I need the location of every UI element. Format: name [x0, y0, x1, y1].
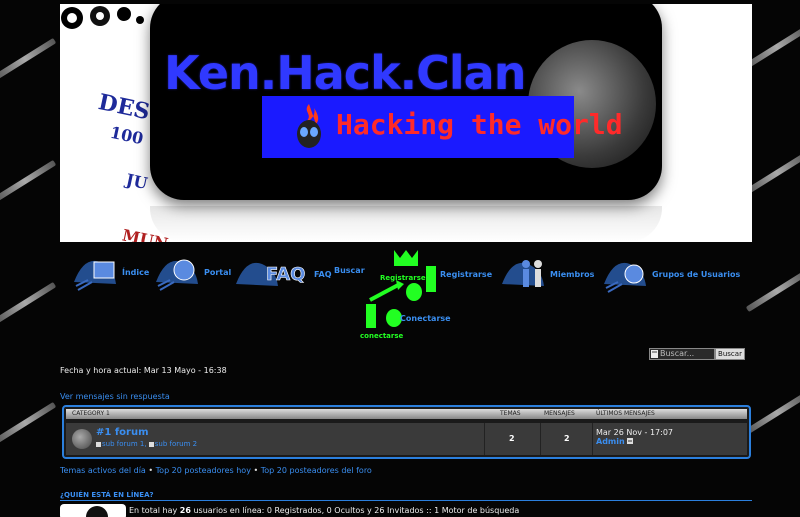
- online-count: 26: [179, 506, 191, 515]
- subforum-list: sub forum 1, sub forum 2: [96, 440, 197, 448]
- category-title[interactable]: CATEGORY 1: [72, 409, 110, 419]
- main-nav: Índice Portal FAQ FAQ Buscar Registrarse: [60, 246, 752, 346]
- stats-links: Temas activos del día • Top 20 posteador…: [60, 466, 372, 475]
- subforum-icon: [148, 441, 154, 447]
- separator: •: [148, 466, 154, 475]
- banner-reflection: [150, 206, 662, 242]
- divider: [60, 500, 752, 501]
- online-avatar: [60, 504, 126, 517]
- nav-label: Grupos de Usuarios: [652, 269, 741, 279]
- active-topics-link[interactable]: Temas activos del día: [60, 466, 146, 475]
- banner-side-text: JU: [124, 169, 150, 194]
- nav-item-index[interactable]: Índice: [70, 252, 149, 292]
- home-icon: [74, 260, 116, 291]
- alien-flame-icon: [297, 104, 321, 148]
- last-post-date: Mar 26 Nov - 17:07: [596, 428, 673, 437]
- whos-online-title[interactable]: ¿QUIÉN ESTÁ EN LÍNEA?: [60, 491, 154, 499]
- dagger-icon: [0, 281, 57, 325]
- cell-divider: [592, 423, 593, 455]
- dagger-icon: [745, 269, 800, 313]
- faq-icon: FAQ: [236, 262, 306, 286]
- cell-divider: [540, 423, 541, 455]
- search-button[interactable]: Buscar: [715, 348, 745, 360]
- last-post-info: Mar 26 Nov - 17:07 Admin: [596, 428, 673, 446]
- subforum-link[interactable]: sub forum 2: [155, 440, 197, 448]
- dagger-icon: [745, 25, 800, 69]
- dagger-icon: [745, 151, 800, 195]
- svg-text:FAQ: FAQ: [266, 264, 305, 285]
- groups-icon: [604, 262, 646, 293]
- header-banner[interactable]: DESC 100 JU MUN Ken.Hack.Clan Hacking th…: [60, 4, 752, 242]
- nav-item-login[interactable]: Conectarse: [400, 314, 451, 323]
- search-icon: [651, 350, 658, 358]
- online-text-pre: En total hay: [129, 506, 180, 515]
- nav-label: FAQ: [314, 269, 332, 279]
- col-topics: TEMAS: [500, 410, 521, 417]
- forum-title-link[interactable]: #1 forum: [96, 427, 149, 438]
- online-summary: En total hay 26 usuarios en línea: 0 Reg…: [129, 506, 519, 515]
- nav-label: Registrarse: [440, 270, 493, 279]
- site-title: Ken.Hack.Clan: [164, 46, 526, 100]
- top-posters-today-link[interactable]: Top 20 posteadores hoy: [156, 466, 251, 475]
- nav-label: Portal: [204, 267, 232, 277]
- go-to-post-icon[interactable]: [627, 438, 634, 444]
- last-post-author[interactable]: Admin: [596, 437, 625, 446]
- nav-label: conectarse: [360, 332, 404, 340]
- left-decoration: [0, 0, 60, 517]
- banner-side-text: 100: [108, 122, 146, 149]
- nav-label: Índice: [122, 267, 150, 277]
- dagger-icon: [0, 37, 57, 81]
- portal-icon: [156, 259, 198, 291]
- nav-label: Conectarse: [400, 314, 451, 323]
- nav-item-groups[interactable]: Grupos de Usuarios: [600, 254, 740, 294]
- nav-item-faq[interactable]: FAQ FAQ: [232, 254, 332, 294]
- register-login-icon: [366, 250, 436, 328]
- dagger-icon: [745, 391, 800, 435]
- nav-item-register[interactable]: Registrarse: [440, 270, 492, 279]
- posts-count: 2: [564, 434, 570, 443]
- top-posters-forum-link[interactable]: Top 20 posteadores del foro: [261, 466, 372, 475]
- search-input[interactable]: Buscar...: [649, 348, 715, 360]
- unanswered-link[interactable]: Ver mensajes sin respuesta: [60, 392, 170, 401]
- subforum-link[interactable]: sub forum 1: [102, 440, 144, 448]
- table-row: #1 forum sub forum 1, sub forum 2 2 2 Ma…: [66, 423, 747, 455]
- forum-table: CATEGORY 1 TEMAS MENSAJES ÚLTIMOS MENSAJ…: [62, 405, 751, 459]
- col-last-posts: ÚLTIMOS MENSAJES: [596, 410, 655, 417]
- dagger-icon: [0, 401, 57, 445]
- nav-item-register-graphic[interactable]: Registrarse conectarse: [360, 246, 440, 342]
- subforum-icon: [96, 441, 101, 447]
- forum-status-icon: [72, 429, 92, 449]
- nav-label: Miembros: [550, 269, 595, 279]
- online-text-post: usuarios en línea: 0 Registrados, 0 Ocul…: [190, 506, 520, 515]
- dagger-icon: [0, 159, 57, 203]
- site-subtitle: Hacking the world: [336, 108, 623, 141]
- separator: •: [253, 466, 259, 475]
- members-icon: [502, 260, 544, 287]
- splatter-icon: [61, 6, 144, 29]
- current-datetime: Fecha y hora actual: Mar 13 Mayo - 16:38: [60, 366, 227, 375]
- topics-count: 2: [509, 434, 515, 443]
- cell-divider: [484, 423, 485, 455]
- nav-label: Registrarse: [380, 274, 426, 282]
- nav-item-portal[interactable]: Portal: [152, 252, 231, 292]
- col-posts: MENSAJES: [544, 410, 575, 417]
- subtitle-box: Hacking the world: [262, 96, 623, 158]
- nav-item-members[interactable]: Miembros: [498, 254, 594, 294]
- forum-table-header: CATEGORY 1 TEMAS MENSAJES ÚLTIMOS MENSAJ…: [66, 409, 747, 419]
